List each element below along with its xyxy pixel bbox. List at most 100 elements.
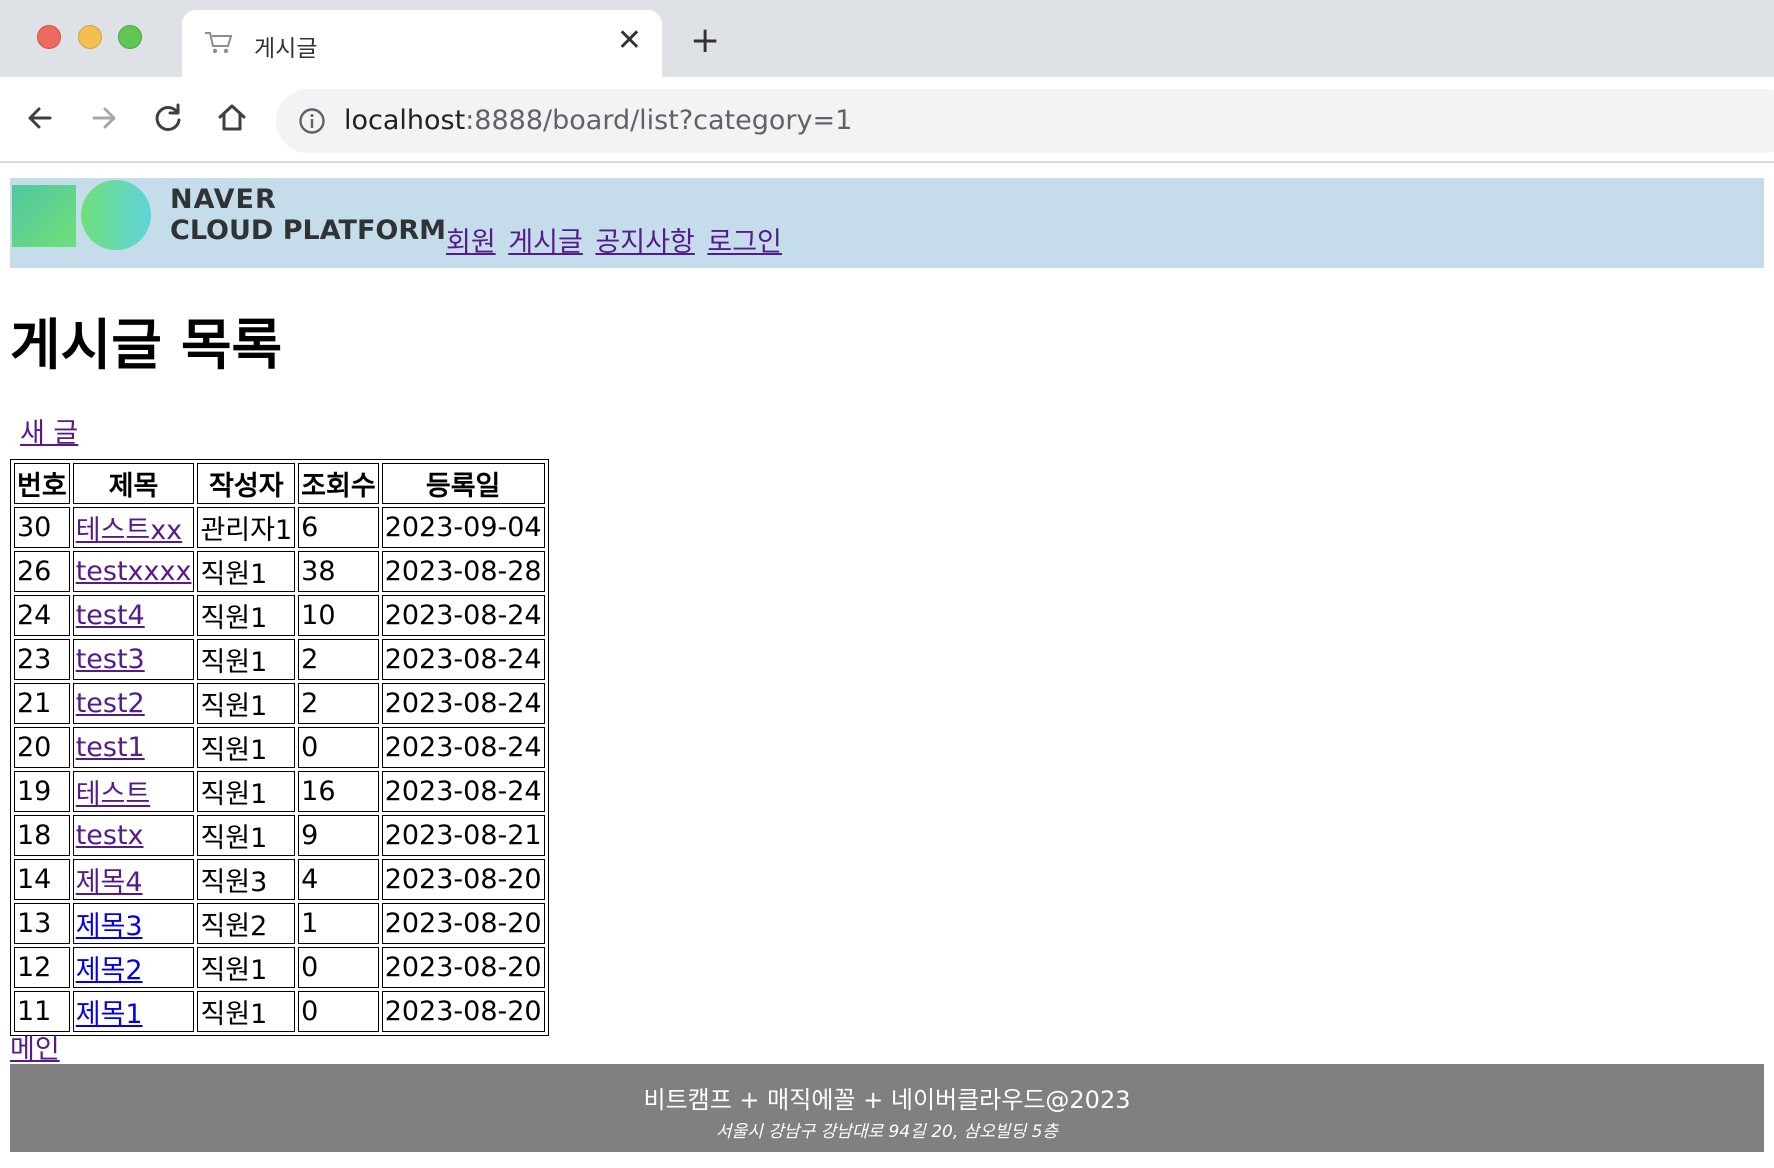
post-title-link[interactable]: 제목2 [76, 955, 143, 986]
table-row: 26 testxxxx 직원1 38 2023-08-28 [14, 551, 545, 592]
cell-writer: 직원1 [197, 947, 296, 988]
cell-title: 테스트xx [72, 507, 195, 548]
post-title-link[interactable]: 테스트xx [76, 515, 182, 546]
cell-date: 2023-08-24 [381, 727, 545, 768]
post-title-link[interactable]: 테스트 [76, 779, 151, 810]
cell-date: 2023-08-24 [381, 771, 545, 812]
site-footer: 비트캠프 + 매직에꼴 + 네이버클라우드@2023 서울시 강남구 강남대로 … [10, 1064, 1764, 1152]
url-text[interactable]: localhost:8888/board/list?category=1 [344, 105, 852, 136]
new-tab-button[interactable]: + [690, 23, 720, 59]
footer-address: 서울시 강남구 강남대로 94길 20, 삼오빌딩 5층 [715, 1122, 1059, 1142]
cell-views: 2 [298, 683, 379, 724]
cell-writer: 관리자1 [197, 507, 296, 548]
cell-writer: 직원1 [197, 683, 296, 724]
site-menu: 회원 게시글 공지사항 로그인 [446, 220, 786, 259]
post-title-link[interactable]: testxxxx [76, 556, 192, 587]
cell-views: 0 [298, 727, 379, 768]
cell-title: test3 [72, 639, 195, 680]
cell-writer: 직원3 [197, 859, 296, 900]
cell-date: 2023-08-20 [381, 947, 545, 988]
post-title-link[interactable]: test4 [76, 600, 145, 631]
cell-writer: 직원1 [197, 551, 296, 592]
menu-item-board[interactable]: 게시글 [508, 227, 583, 258]
cell-writer: 직원1 [197, 815, 296, 856]
table-row: 14 제목4 직원3 4 2023-08-20 [14, 859, 545, 900]
cell-no: 18 [14, 815, 70, 856]
table-header-row: 번호 제목 작성자 조회수 등록일 [14, 463, 545, 504]
new-post-link[interactable]: 새 글 [20, 411, 78, 450]
column-header-date: 등록일 [381, 463, 545, 504]
table-row: 18 testx 직원1 9 2023-08-21 [14, 815, 545, 856]
menu-item-login[interactable]: 로그인 [707, 227, 782, 258]
browser-tab[interactable]: 게시글 ✕ [182, 10, 662, 77]
post-title-link[interactable]: testx [76, 820, 144, 851]
post-title-link[interactable]: test1 [76, 732, 145, 763]
cell-title: test4 [72, 595, 195, 636]
cell-no: 21 [14, 683, 70, 724]
cell-views: 38 [298, 551, 379, 592]
cell-date: 2023-08-24 [381, 639, 545, 680]
cell-title: test1 [72, 727, 195, 768]
menu-item-notice[interactable]: 공지사항 [595, 227, 694, 258]
post-title-link[interactable]: 제목1 [76, 999, 143, 1030]
forward-arrow-icon[interactable] [84, 98, 124, 138]
cell-date: 2023-09-04 [381, 507, 545, 548]
browser-tab-bar: 게시글 ✕ + [0, 0, 1774, 77]
table-row: 20 test1 직원1 0 2023-08-24 [14, 727, 545, 768]
post-title-link[interactable]: 제목4 [76, 867, 143, 898]
cell-no: 13 [14, 903, 70, 944]
cell-date: 2023-08-24 [381, 595, 545, 636]
cell-date: 2023-08-20 [381, 991, 545, 1032]
cell-title: testx [72, 815, 195, 856]
cell-no: 14 [14, 859, 70, 900]
cell-no: 23 [14, 639, 70, 680]
page-title: 게시글 목록 [10, 313, 283, 377]
post-title-link[interactable]: test2 [76, 688, 145, 719]
close-tab-icon[interactable]: ✕ [617, 26, 642, 56]
cell-no: 11 [14, 991, 70, 1032]
url-path: :8888/board/list?category=1 [465, 105, 853, 136]
table-row: 19 테스트 직원1 16 2023-08-24 [14, 771, 545, 812]
column-header-views: 조회수 [298, 463, 379, 504]
table-row: 11 제목1 직원1 0 2023-08-20 [14, 991, 545, 1032]
cell-no: 19 [14, 771, 70, 812]
naver-cloud-logo[interactable]: NAVER CLOUD PLATFORM [12, 180, 448, 250]
reload-icon[interactable] [148, 98, 188, 138]
post-title-link[interactable]: 제목3 [76, 911, 143, 942]
cell-views: 2 [298, 639, 379, 680]
cell-views: 9 [298, 815, 379, 856]
cell-title: 제목2 [72, 947, 195, 988]
cell-views: 10 [298, 595, 379, 636]
cart-icon [204, 30, 234, 56]
column-header-writer: 작성자 [197, 463, 296, 504]
logo-square-mark [12, 185, 76, 247]
cell-date: 2023-08-24 [381, 683, 545, 724]
logo-text-line1: NAVER [170, 184, 277, 215]
tab-title: 게시글 [254, 36, 318, 62]
cell-no: 26 [14, 551, 70, 592]
menu-item-member[interactable]: 회원 [446, 227, 496, 258]
minimize-window-button[interactable] [78, 25, 102, 49]
cell-date: 2023-08-21 [381, 815, 545, 856]
post-title-link[interactable]: test3 [76, 644, 145, 675]
table-row: 12 제목2 직원1 0 2023-08-20 [14, 947, 545, 988]
cell-date: 2023-08-20 [381, 903, 545, 944]
cell-views: 0 [298, 991, 379, 1032]
cell-views: 6 [298, 507, 379, 548]
maximize-window-button[interactable] [118, 25, 142, 49]
cell-writer: 직원1 [197, 771, 296, 812]
home-icon[interactable] [212, 98, 252, 138]
main-link[interactable]: 메인 [10, 1027, 60, 1066]
cell-writer: 직원1 [197, 991, 296, 1032]
cell-writer: 직원1 [197, 639, 296, 680]
info-icon[interactable] [298, 107, 326, 135]
cell-no: 20 [14, 727, 70, 768]
cell-writer: 직원1 [197, 727, 296, 768]
close-window-button[interactable] [37, 25, 61, 49]
cell-title: 제목4 [72, 859, 195, 900]
cell-no: 24 [14, 595, 70, 636]
back-arrow-icon[interactable] [20, 98, 60, 138]
site-header: NAVER CLOUD PLATFORM 회원 게시글 공지사항 로그인 [10, 178, 1764, 268]
table-row: 23 test3 직원1 2 2023-08-24 [14, 639, 545, 680]
address-bar[interactable]: localhost:8888/board/list?category=1 [276, 89, 1774, 153]
